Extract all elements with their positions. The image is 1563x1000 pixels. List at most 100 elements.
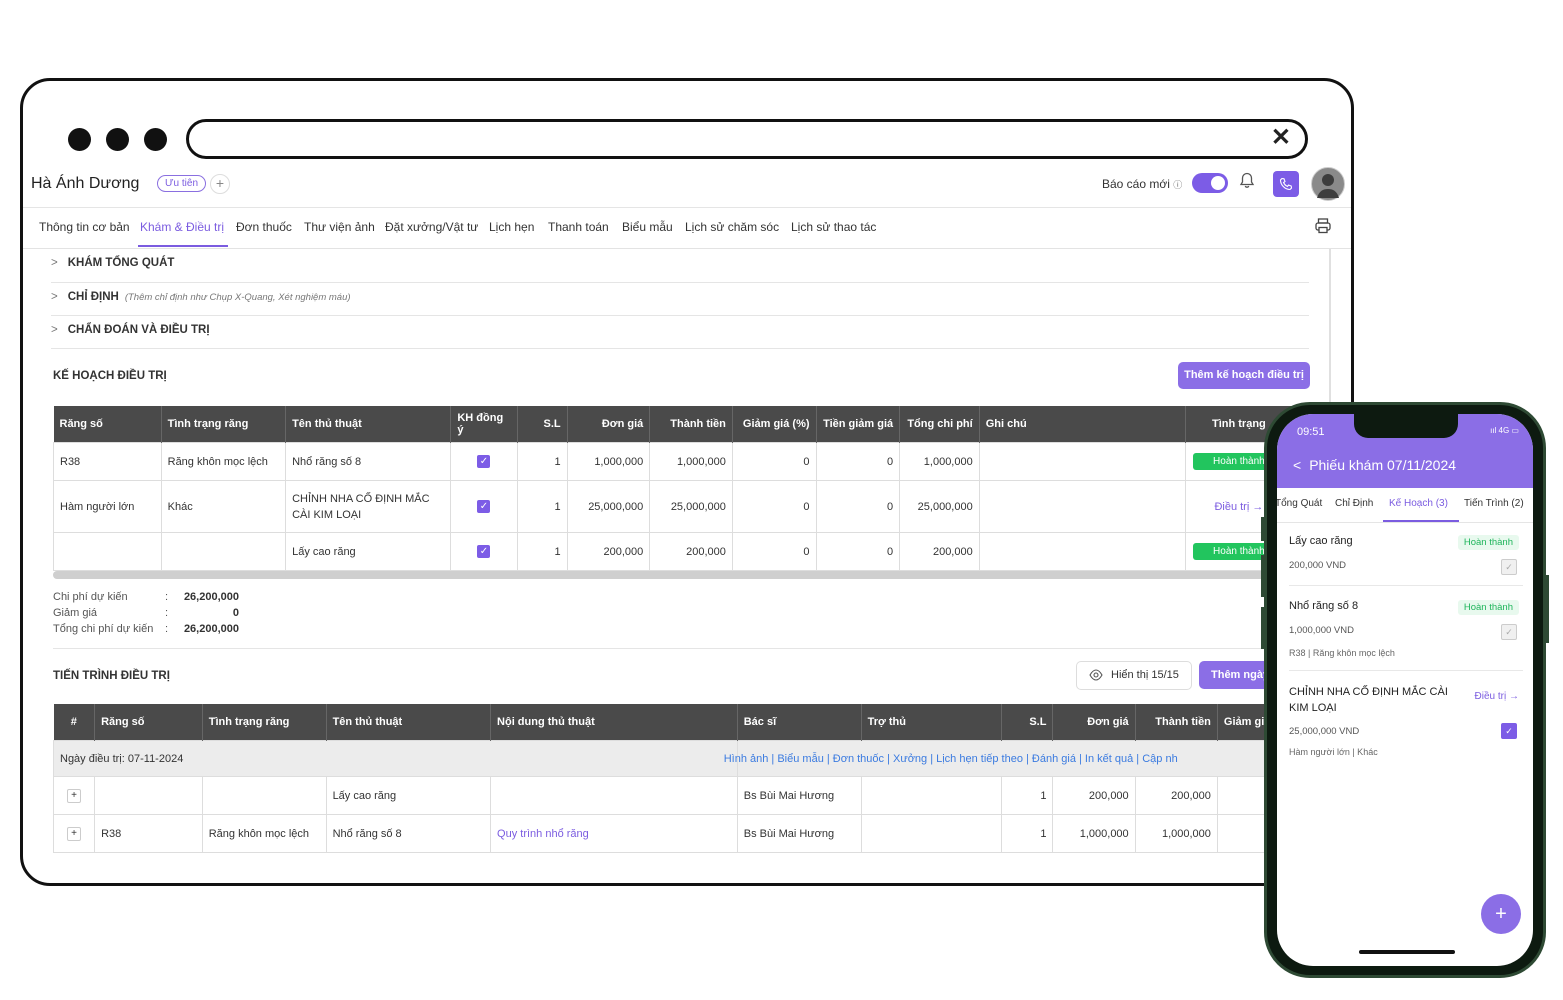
table-row[interactable]: + Lấy cao răng Bs Bùi Mai Hương 1 200,00… [52,776,1331,815]
plan-item[interactable]: Lấy cao răng Hoàn thành 200,000 VND ✓ [1289,535,1523,575]
phone-side-button [1261,555,1264,597]
window-dot-icon[interactable] [68,128,91,151]
col-header: # [53,704,96,741]
info-icon: ⓘ [1173,180,1183,190]
report-toggle[interactable] [1192,173,1228,193]
plan-title: KẾ HOẠCH ĐIỀU TRỊ [53,370,167,382]
phone-tab-progress[interactable]: Tiến Trình (2) [1464,498,1524,509]
col-header: Bác sĩ [737,704,862,741]
add-tag-button[interactable]: + [210,174,230,194]
tab-basic-info[interactable]: Thông tin cơ bản [39,220,130,234]
plan-item-price: 1,000,000 VND [1289,625,1354,636]
cell: Răng khôn mọc lệch [201,814,327,853]
horizontal-scrollbar[interactable] [53,571,1293,579]
section-indication[interactable]: > CHỈ ĐỊNH (Thêm chỉ định như Chụp X-Quang… [51,282,1309,316]
tab-care-history[interactable]: Lịch sử chăm sóc [685,220,779,234]
cell [860,776,1002,815]
cell [978,480,1186,533]
col-header: Trợ thủ [861,704,1002,741]
phone-tab-indication[interactable]: Chỉ Định [1335,498,1373,509]
phone-icon[interactable] [1273,171,1299,197]
status-badge: Hoàn thành [1457,535,1519,550]
printer-icon[interactable] [1314,217,1332,240]
status-badge: Hoàn thành [1457,600,1519,615]
phone-side-button [1261,607,1264,649]
plan-item[interactable]: Nhổ răng số 8 Hoàn thành 1,000,000 VND R… [1289,600,1523,658]
section-diagnosis[interactable]: > CHẨN ĐOÁN VÀ ĐIỀU TRỊ [51,315,1309,349]
cell: Nhổ răng số 8 [285,442,452,481]
plan-item-price: 200,000 VND [1289,560,1347,571]
report-label: Báo cáo mới ⓘ [1102,177,1183,191]
cell: 1,000,000 [1134,814,1218,853]
tab-payment[interactable]: Thanh toán [548,220,609,234]
phone-side-button [1261,517,1264,541]
main-tabs: Thông tin cơ bản Khám & Điều trị Đơn thu… [23,208,1351,249]
treat-link[interactable]: Điều trị → [1475,691,1519,702]
indication-hint: (Thêm chỉ định như Chụp X-Quang, Xét ngh… [124,292,351,303]
checkbox-checked-icon[interactable]: ✓ [1501,723,1517,739]
tab-forms[interactable]: Biểu mẫu [622,220,673,234]
show-count-button[interactable]: Hiển thị 15/15 [1076,661,1192,690]
cell [978,442,1186,481]
table-row[interactable]: Lấy cao răng ✓ 1 200,000 200,000 0 0 200… [53,532,1294,571]
main-content: > KHÁM TỔNG QUÁT > CHỈ ĐỊNH (Thêm chỉ định … [23,249,1331,883]
close-icon[interactable]: ✕ [1271,125,1291,151]
treat-link[interactable]: Điều trị → [1214,501,1263,513]
tab-image-library[interactable]: Thư viện ảnh [304,220,375,234]
back-arrow-icon[interactable]: < [1293,457,1301,473]
phone-tab-plan[interactable]: Kế Hoạch (3) [1389,498,1448,509]
checkbox-checked-icon[interactable]: ✓ [477,545,491,558]
table-row[interactable]: Hàm người lớn Khác CHỈNH NHA CỐ ĐỊNH MẮC… [53,480,1294,533]
cell: 0 [731,442,817,481]
plan-item-detail: R38 | Răng khôn mọc lệch [1289,648,1395,658]
tab-appointments[interactable]: Lịch hẹn [489,220,534,234]
plan-item-name: CHỈNH NHA CỐ ĐỊNH MẮC CÀI KIM LOẠI [1289,686,1448,714]
tab-lab-order[interactable]: Đặt xưởng/Vật tư [385,220,478,234]
cell: Khác [160,480,287,533]
checkbox-checked-icon[interactable]: ✓ [477,500,491,513]
progress-title: TIẾN TRÌNH ĐIỀU TRỊ [53,670,170,682]
phone-tab-general[interactable]: Tổng Quát [1277,498,1322,509]
checkbox-icon[interactable]: ✓ [1501,559,1517,575]
window-dot-icon[interactable] [144,128,167,151]
window-dot-icon[interactable] [106,128,129,151]
cell: 200,000 [1052,776,1136,815]
cell: 0 [815,480,901,533]
day-action-links[interactable]: Hình ảnh | Biểu mẫu | Đơn thuốc | Xưởng … [724,753,1178,765]
tab-prescription[interactable]: Đơn thuốc [236,220,292,234]
col-header: Tiền giảm giá [816,406,901,443]
cell: 200,000 [1134,776,1218,815]
procedure-content-link[interactable]: Quy trình nhổ răng [490,814,738,853]
expand-plus-icon[interactable]: + [67,826,82,841]
tab-exam-treatment[interactable]: Khám & Điều trị [140,220,224,234]
address-bar[interactable]: ✕ [186,119,1308,159]
add-plan-button[interactable]: Thêm kế hoạch điều trị [1178,362,1310,389]
cell [860,814,1002,853]
table-row[interactable]: + R38 Răng khôn mọc lệch Nhổ răng số 8 Q… [52,814,1331,853]
bell-icon[interactable] [1239,172,1255,193]
checkbox-icon[interactable]: ✓ [1501,624,1517,640]
tab-action-history[interactable]: Lịch sử thao tác [791,220,876,234]
cell: 1 [516,480,568,533]
cell: Lấy cao răng [285,532,452,571]
table-row[interactable]: R38 Răng khôn mọc lệch Nhổ răng số 8 ✓ 1… [53,442,1294,481]
priority-badge[interactable]: Ưu tiên [157,175,207,192]
summary-row: Giảm giá:0 [53,607,239,619]
cell: 200,000 [899,532,980,571]
plan-item[interactable]: CHỈNH NHA CỐ ĐỊNH MẮC CÀI KIM LOẠI Điều … [1289,684,1523,757]
section-general-exam[interactable]: > KHÁM TỔNG QUÁT [51,249,1309,283]
checkbox-checked-icon[interactable]: ✓ [477,455,491,468]
phone-device: 09:51 ııl 4G ▭ < Phiếu khám 07/11/2024 Tổ… [1261,402,1549,978]
cell: 1,000,000 [566,442,651,481]
cell: 1 [1000,814,1054,853]
avatar[interactable] [1311,167,1345,201]
cell: 25,000,000 [649,480,733,533]
cell: 0 [815,532,901,571]
add-fab-button[interactable]: + [1481,894,1521,934]
expand-plus-icon[interactable]: + [67,788,82,803]
cell: 0 [815,442,901,481]
cell: 0 [731,480,817,533]
col-header: Răng số [53,406,162,443]
cell [490,776,738,815]
phone-screen: 09:51 ııl 4G ▭ < Phiếu khám 07/11/2024 Tổ… [1277,414,1533,966]
